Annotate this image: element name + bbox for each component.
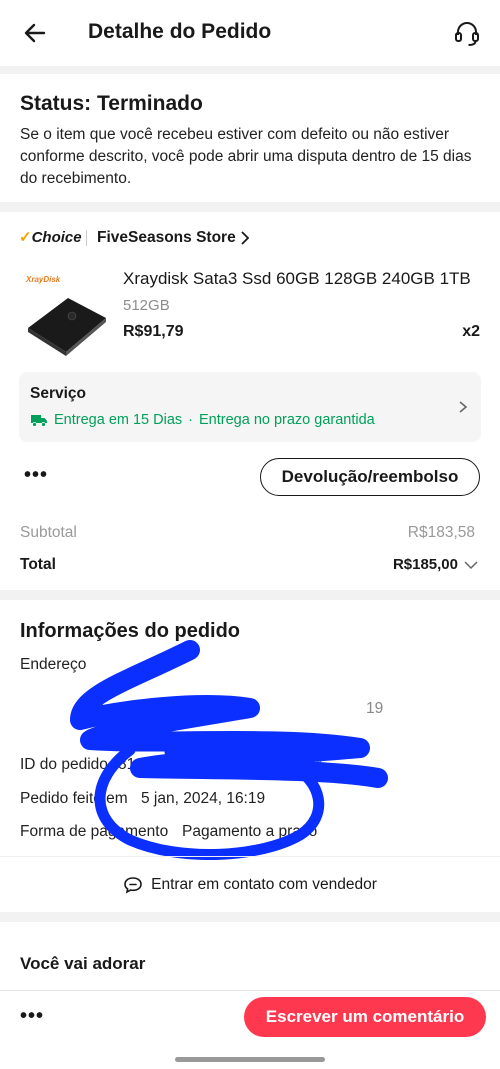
- contact-seller-button[interactable]: Entrar em contato com vendedor: [0, 856, 500, 913]
- product-title[interactable]: Xraydisk Sata3 Ssd 60GB 128GB 240GB 1TB: [123, 269, 483, 289]
- recommendations-section: Você vai adorar: [0, 922, 500, 1000]
- more-options-button[interactable]: •••: [24, 464, 48, 487]
- total-value: R$185,00: [392, 556, 458, 573]
- product-card: ✓Choice FiveSeasons Store XrayDisk Xrayd…: [0, 212, 500, 590]
- contact-seller-label: Entrar em contato com vendedor: [151, 876, 377, 893]
- bottom-bar: ••• Escrever um comentário: [0, 990, 500, 1069]
- page-title: Detalhe do Pedido: [88, 20, 272, 43]
- recommendations-title: Você vai adorar: [20, 954, 146, 973]
- service-box[interactable]: Serviço Entrega em 15 Dias · Entrega no …: [19, 372, 481, 442]
- refund-button[interactable]: Devolução/reembolso: [260, 458, 480, 496]
- total-value-toggle[interactable]: R$185,00: [393, 556, 478, 573]
- product-quantity: x2: [462, 323, 480, 340]
- divider: [86, 230, 87, 246]
- dot-separator: ·: [188, 412, 193, 428]
- order-id-value: 8182841045180769: [118, 756, 256, 773]
- write-review-button[interactable]: Escrever um comentário: [244, 997, 486, 1037]
- product-thumbnail[interactable]: XrayDisk: [20, 268, 110, 364]
- subtotal-label: Subtotal: [20, 524, 77, 541]
- payment-label: Forma de pagamento: [20, 823, 169, 840]
- chevron-down-icon: [464, 560, 478, 569]
- choice-badge: ✓Choice: [19, 228, 82, 246]
- address-label: Endereço: [20, 656, 87, 673]
- subtotal-value: R$183,58: [407, 524, 475, 541]
- payment-value: Pagamento a prazo: [182, 823, 318, 840]
- address-line-1: Ru: [93, 700, 113, 717]
- status-card: Status: Terminado Se o item que você rec…: [0, 74, 500, 202]
- total-label: Total: [20, 556, 56, 573]
- order-date-value: 5 jan, 2024, 16:19: [141, 790, 266, 807]
- chat-icon: [124, 877, 142, 894]
- address-line-2: S: [93, 722, 104, 739]
- service-delivery: Entrega em 15 Dias · Entrega no prazo ga…: [30, 412, 375, 428]
- order-id-label: ID do pedido: [20, 756, 108, 773]
- product-price: R$91,79: [123, 323, 184, 340]
- arrow-left-icon[interactable]: [20, 18, 50, 48]
- chevron-right-icon: [241, 231, 249, 245]
- truck-icon: [31, 414, 47, 427]
- address-line-tail: 19: [366, 700, 384, 717]
- delivery-time: Entrega em 15 Dias: [54, 412, 183, 428]
- status-title: Status: Terminado: [20, 92, 203, 115]
- order-info-card: Informações do pedido Endereço Ru S 19 I…: [0, 600, 500, 912]
- copy-button[interactable]: Copiar: [274, 756, 322, 773]
- check-icon: ✓: [19, 229, 32, 246]
- order-info-title: Informações do pedido: [20, 620, 241, 642]
- delivery-guarantee: Entrega no prazo garantida: [199, 412, 375, 428]
- thumb-brand: XrayDisk: [25, 275, 61, 284]
- headset-icon[interactable]: [452, 18, 482, 48]
- order-date-label: Pedido feito em: [20, 790, 128, 807]
- product-variant: 512GB: [123, 297, 170, 314]
- top-bar: Detalhe do Pedido: [0, 0, 500, 66]
- store-link[interactable]: FiveSeasons Store: [97, 229, 250, 247]
- chevron-right-icon: [459, 401, 468, 413]
- bottom-more-button[interactable]: •••: [20, 1005, 44, 1028]
- store-name: FiveSeasons Store: [97, 229, 236, 246]
- service-title: Serviço: [30, 385, 87, 402]
- choice-label: Choice: [31, 229, 82, 246]
- home-indicator[interactable]: [175, 1057, 325, 1062]
- status-description: Se o item que você recebeu estiver com d…: [20, 126, 472, 187]
